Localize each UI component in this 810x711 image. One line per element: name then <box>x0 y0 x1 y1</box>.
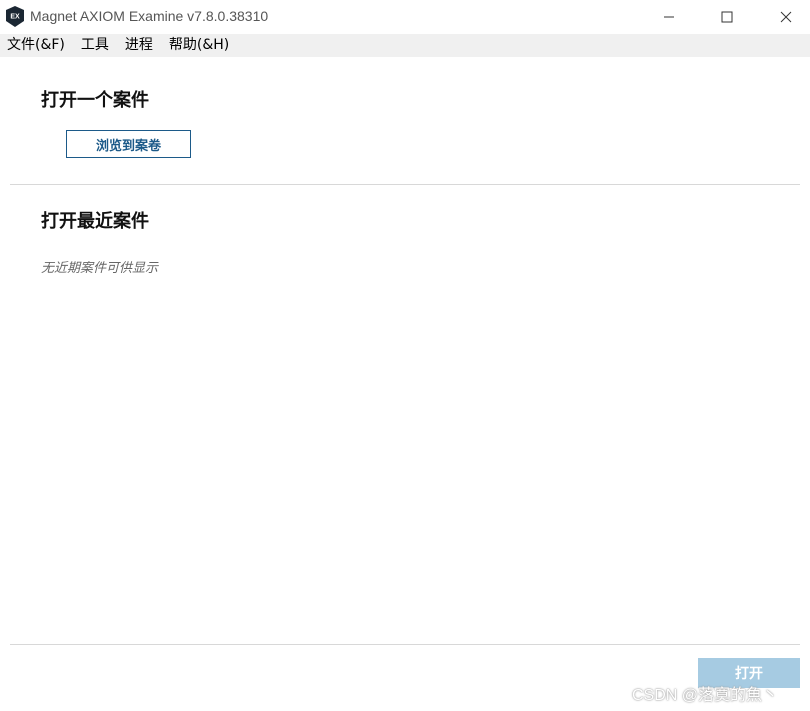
section-divider <box>10 184 800 185</box>
menu-item-help[interactable]: 帮助(&H) <box>162 34 238 57</box>
app-logo-text: EX <box>10 14 20 21</box>
recent-cases-heading: 打开最近案件 <box>41 211 149 232</box>
close-button[interactable] <box>763 0 809 34</box>
window-title: Magnet AXIOM Examine v7.8.0.38310 <box>30 8 269 24</box>
watermark-text: CSDN @落寞的魚丶 <box>632 687 779 704</box>
menu-bar: 文件(&F) 工具 进程 帮助(&H) <box>0 34 810 57</box>
footer-divider <box>10 644 800 645</box>
browse-case-button[interactable]: 浏览到案卷 <box>66 130 191 158</box>
menu-item-file[interactable]: 文件(&F) <box>0 34 74 57</box>
maximize-button[interactable] <box>704 0 750 34</box>
no-recent-cases-text: 无近期案件可供显示 <box>41 261 159 276</box>
menu-item-process[interactable]: 进程 <box>118 34 162 57</box>
minimize-icon <box>664 16 674 18</box>
minimize-button[interactable] <box>646 0 692 34</box>
menu-item-tools[interactable]: 工具 <box>74 34 118 57</box>
open-case-heading: 打开一个案件 <box>41 90 149 111</box>
close-icon <box>780 11 792 23</box>
title-bar: EX Magnet AXIOM Examine v7.8.0.38310 <box>0 0 810 34</box>
maximize-icon <box>721 11 733 23</box>
app-logo-icon: EX <box>6 6 24 27</box>
